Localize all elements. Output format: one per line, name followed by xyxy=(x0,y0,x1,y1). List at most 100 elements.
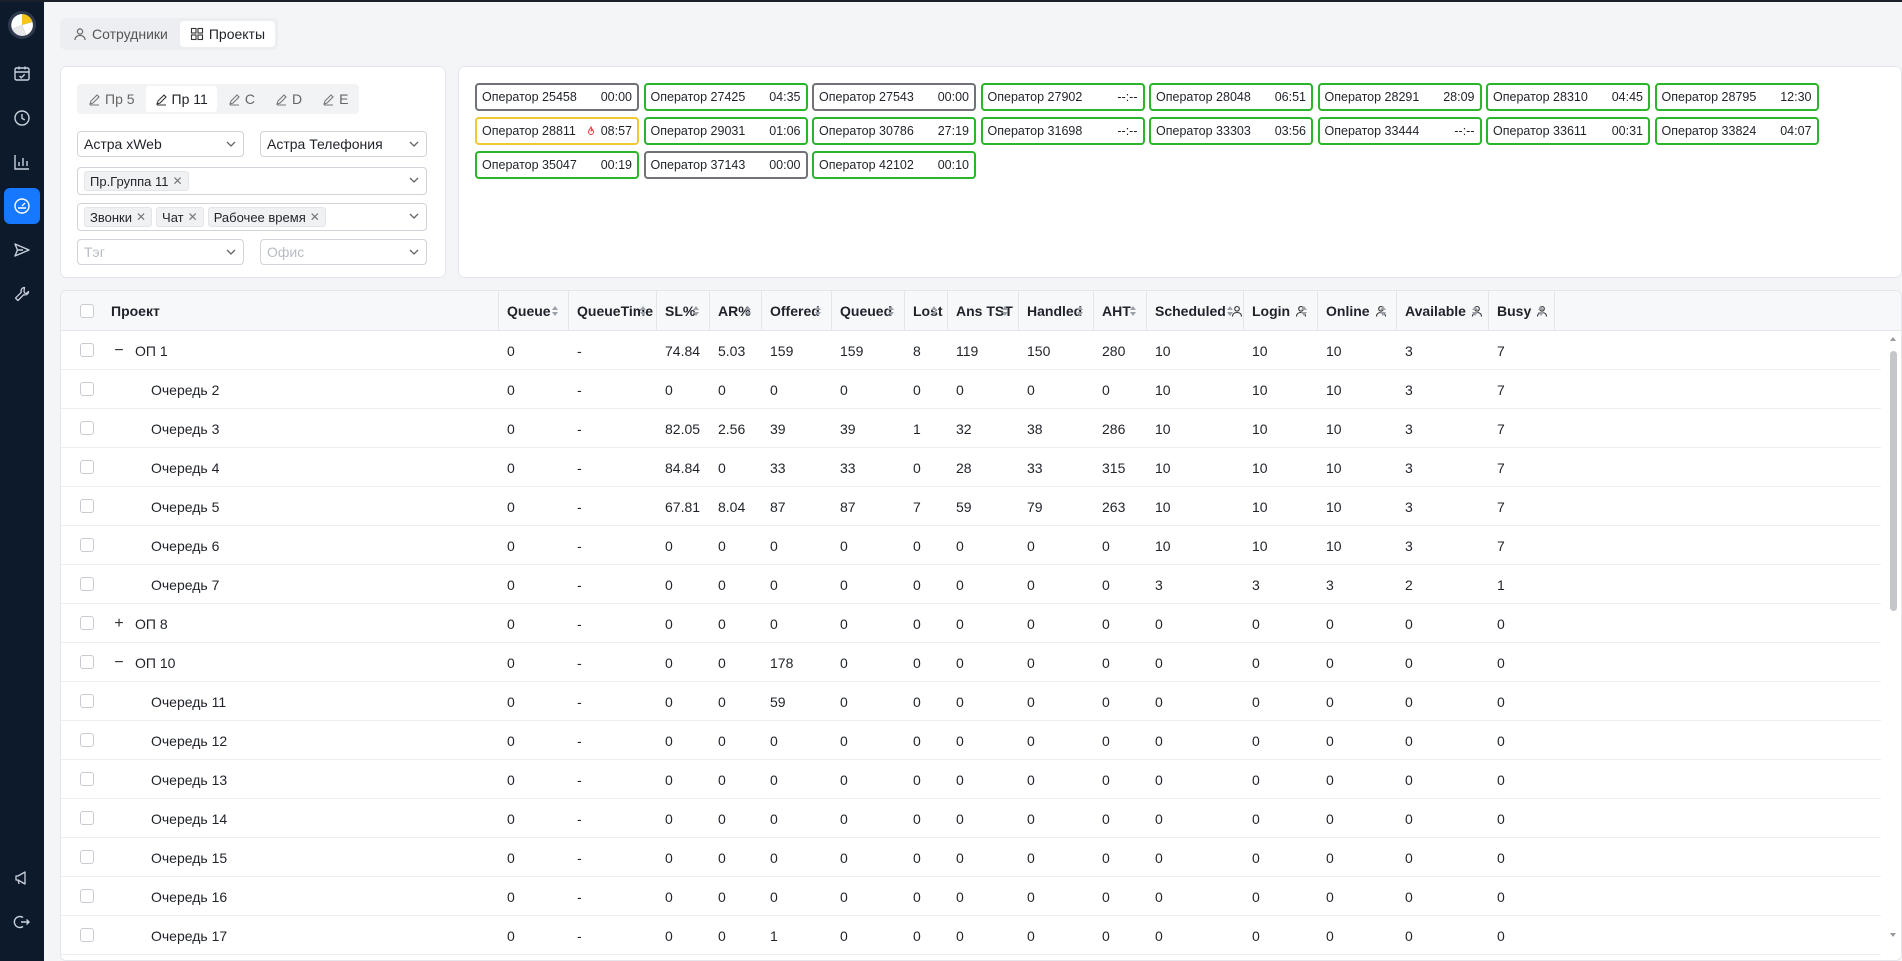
sort-icon[interactable] xyxy=(1001,305,1009,317)
row-checkbox[interactable] xyxy=(80,655,94,669)
column-header[interactable]: Проект xyxy=(103,291,499,331)
nav-tools[interactable] xyxy=(4,276,40,312)
row-checkbox[interactable] xyxy=(80,889,94,903)
table-row[interactable]: Очередь 14 0 - 0 0 0 0 0 0 0 0 0 0 0 0 0 xyxy=(61,799,1881,838)
table-row[interactable]: Очередь 5 0 - 67.81 8.04 87 87 7 59 79 263 10 10 10 3 7 xyxy=(61,487,1881,526)
column-header[interactable]: Available xyxy=(1397,291,1489,331)
remove-tag-icon[interactable]: ✕ xyxy=(136,210,146,224)
table-row[interactable]: Очередь 11 0 - 0 0 59 0 0 0 0 0 0 0 0 0 0 xyxy=(61,682,1881,721)
scrollbar-thumb[interactable] xyxy=(1890,351,1897,611)
row-checkbox[interactable] xyxy=(80,733,94,747)
remove-tag-icon[interactable]: ✕ xyxy=(173,174,183,188)
group-multiselect[interactable]: Пр.Группа 11 ✕ xyxy=(77,167,427,195)
collapse-icon[interactable]: − xyxy=(111,342,127,360)
sort-icon[interactable] xyxy=(744,305,752,317)
table-row[interactable]: Очередь 13 0 - 0 0 0 0 0 0 0 0 0 0 0 0 0 xyxy=(61,760,1881,799)
row-checkbox[interactable] xyxy=(80,499,94,513)
column-header[interactable]: Offered xyxy=(762,291,832,331)
column-header[interactable]: QueueTime xyxy=(569,291,657,331)
operator-chip[interactable]: Оператор 27902 --:-- xyxy=(980,83,1145,111)
sort-icon[interactable] xyxy=(1076,305,1084,317)
row-checkbox[interactable] xyxy=(80,421,94,435)
nav-calendar[interactable] xyxy=(4,56,40,92)
column-header[interactable]: Handled xyxy=(1019,291,1094,331)
column-header[interactable]: Login xyxy=(1244,291,1318,331)
preset-tab-e[interactable]: E xyxy=(313,86,357,112)
operator-chip[interactable]: Оператор 33824 04:07 xyxy=(1654,117,1819,145)
operator-chip[interactable]: Оператор 27425 04:35 xyxy=(643,83,808,111)
row-checkbox[interactable] xyxy=(80,850,94,864)
row-checkbox[interactable] xyxy=(80,616,94,630)
expand-icon[interactable]: + xyxy=(111,615,127,633)
sort-icon[interactable] xyxy=(1300,305,1308,317)
table-row[interactable]: Очередь 7 0 - 0 0 0 0 0 0 0 0 3 3 3 2 1 xyxy=(61,565,1881,604)
tag-select[interactable]: Тэг xyxy=(77,239,244,265)
sort-icon[interactable] xyxy=(1379,305,1387,317)
operator-chip[interactable]: Оператор 28048 06:51 xyxy=(1149,83,1313,111)
office-select[interactable]: Офис xyxy=(260,239,427,265)
table-row[interactable]: Очередь 15 0 - 0 0 0 0 0 0 0 0 0 0 0 0 0 xyxy=(61,838,1881,877)
scroll-up-icon[interactable] xyxy=(1889,335,1897,343)
column-header[interactable]: Ans TST xyxy=(948,291,1019,331)
row-checkbox[interactable] xyxy=(80,382,94,396)
select-all-checkbox[interactable] xyxy=(80,304,94,318)
row-checkbox[interactable] xyxy=(80,928,94,942)
preset-tab-d[interactable]: D xyxy=(266,86,311,112)
row-checkbox[interactable] xyxy=(80,577,94,591)
sort-icon[interactable] xyxy=(1537,305,1545,317)
row-checkbox[interactable] xyxy=(80,811,94,825)
table-row[interactable]: Очередь 6 0 - 0 0 0 0 0 0 0 0 10 10 10 3 7 xyxy=(61,526,1881,565)
table-row[interactable]: − ОП 1 0 - 74.84 5.03 159 159 8 119 150 280 10 10 10 3 7 xyxy=(61,331,1881,370)
scroll-down-icon[interactable] xyxy=(1889,931,1897,939)
telephony-select[interactable]: Астра Телефония xyxy=(260,131,427,157)
app-logo[interactable] xyxy=(8,11,36,39)
operator-chip[interactable]: Оператор 33303 03:56 xyxy=(1149,117,1313,145)
row-checkbox[interactable] xyxy=(80,343,94,357)
sort-icon[interactable] xyxy=(1226,305,1234,317)
sort-icon[interactable] xyxy=(814,305,822,317)
tab-projects[interactable]: Проекты xyxy=(179,21,276,47)
operator-chip[interactable]: Оператор 29031 01:06 xyxy=(643,117,808,145)
collapse-icon[interactable]: − xyxy=(111,654,127,672)
operator-chip[interactable]: Оператор 28291 28:09 xyxy=(1317,83,1482,111)
table-row[interactable]: − ОП 10 0 - 0 0 178 0 0 0 0 0 0 0 0 0 0 xyxy=(61,643,1881,682)
operator-chip[interactable]: Оператор 35047 00:19 xyxy=(475,151,639,179)
sort-icon[interactable] xyxy=(639,305,647,317)
operator-chip[interactable]: Оператор 37143 00:00 xyxy=(643,151,808,179)
row-checkbox[interactable] xyxy=(80,460,94,474)
column-header[interactable]: AHT xyxy=(1094,291,1147,331)
platform-select[interactable]: Астра xWeb xyxy=(77,131,244,157)
table-row[interactable]: Очередь 2 0 - 0 0 0 0 0 0 0 0 10 10 10 3 7 xyxy=(61,370,1881,409)
row-checkbox[interactable] xyxy=(80,694,94,708)
operator-chip[interactable]: Оператор 28811 08:57 xyxy=(475,117,639,145)
table-row[interactable]: Очередь 3 0 - 82.05 2.56 39 39 1 32 38 286 10 10 10 3 7 xyxy=(61,409,1881,448)
operator-chip[interactable]: Оператор 33611 00:31 xyxy=(1486,117,1650,145)
table-row[interactable]: + ОП 8 0 - 0 0 0 0 0 0 0 0 0 0 0 0 0 xyxy=(61,604,1881,643)
sort-icon[interactable] xyxy=(930,305,938,317)
operator-chip[interactable]: Оператор 25458 00:00 xyxy=(475,83,639,111)
preset-tab-pr5[interactable]: Пр 5 xyxy=(79,86,144,112)
tab-employees[interactable]: Сотрудники xyxy=(63,21,178,47)
nav-history[interactable] xyxy=(4,100,40,136)
sort-icon[interactable] xyxy=(887,305,895,317)
column-header[interactable]: SL% xyxy=(657,291,710,331)
column-header[interactable]: Busy xyxy=(1489,291,1555,331)
nav-reports[interactable] xyxy=(4,144,40,180)
operator-chip[interactable]: Оператор 42102 00:10 xyxy=(812,151,976,179)
operator-chip[interactable]: Оператор 33444 --:-- xyxy=(1317,117,1482,145)
nav-send[interactable] xyxy=(4,232,40,268)
row-checkbox[interactable] xyxy=(80,538,94,552)
remove-tag-icon[interactable]: ✕ xyxy=(188,210,198,224)
column-header[interactable]: AR% xyxy=(710,291,762,331)
row-checkbox[interactable] xyxy=(80,772,94,786)
operator-chip[interactable]: Оператор 27543 00:00 xyxy=(812,83,976,111)
column-header[interactable]: Queued xyxy=(832,291,905,331)
nav-announcements[interactable] xyxy=(4,860,40,896)
operator-chip[interactable]: Оператор 28795 12:30 xyxy=(1654,83,1819,111)
nav-logout[interactable] xyxy=(4,904,40,940)
column-header[interactable]: Lost xyxy=(905,291,948,331)
table-row[interactable]: Очередь 12 0 - 0 0 0 0 0 0 0 0 0 0 0 0 0 xyxy=(61,721,1881,760)
channel-multiselect[interactable]: Звонки ✕ Чат ✕ Рабочее время ✕ xyxy=(77,203,427,231)
table-row[interactable]: Очередь 4 0 - 84.84 0 33 33 0 28 33 315 10 10 10 3 7 xyxy=(61,448,1881,487)
column-header[interactable]: Scheduled xyxy=(1147,291,1244,331)
